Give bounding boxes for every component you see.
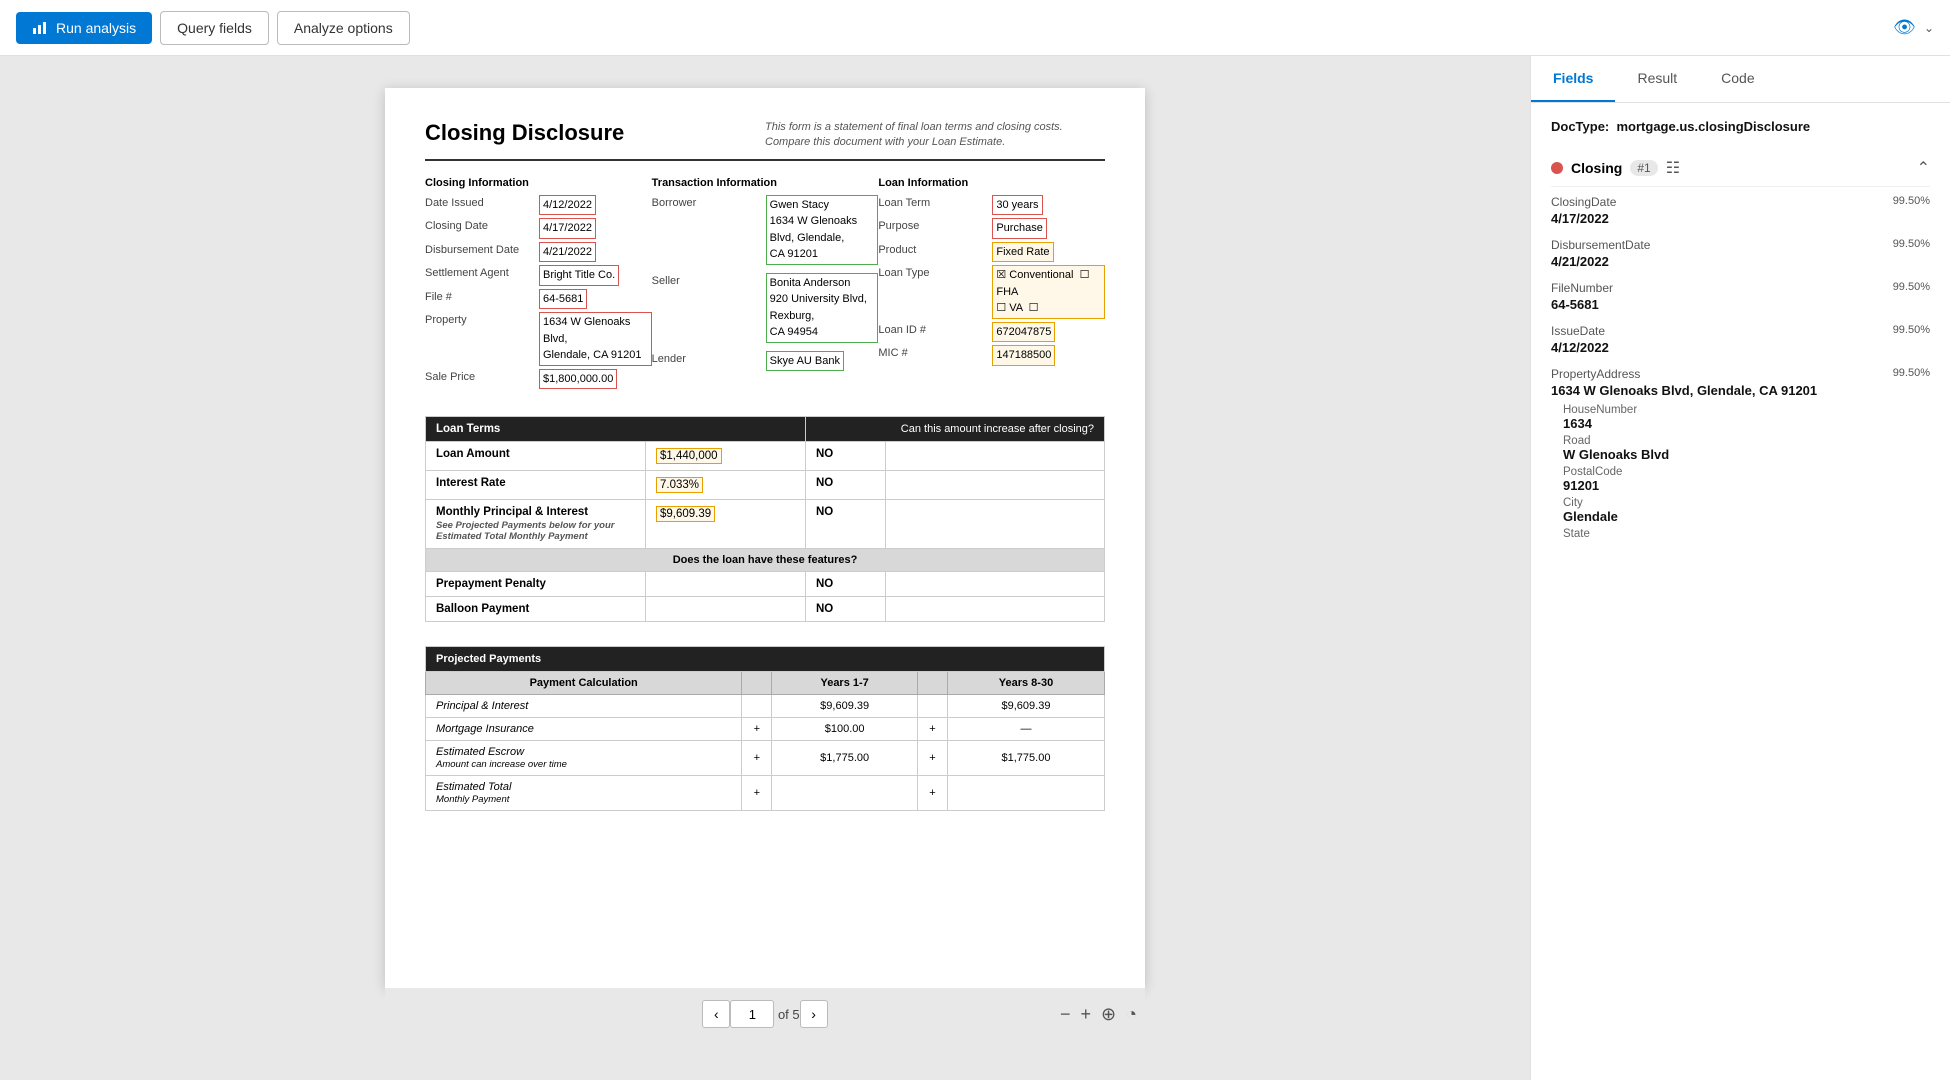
zoom-in-button[interactable]: + — [1081, 1004, 1092, 1025]
estimated-total-row: Estimated TotalMonthly Payment + + — [426, 776, 1105, 811]
loan-terms-table: Loan Terms Can this amount increase afte… — [425, 416, 1105, 622]
info-row-date-issued: Date Issued 4/12/2022 — [425, 195, 652, 216]
info-row-lender: Lender Skye AU Bank — [652, 351, 879, 372]
info-row-sale-price: Sale Price $1,800,000.00 — [425, 369, 652, 390]
toolbar-icons: 👁 ⌄ — [1893, 17, 1934, 38]
info-row-loan-id: Loan ID # 672047875 — [878, 322, 1105, 343]
info-row-disbursement-date: Disbursement Date 4/21/2022 — [425, 242, 652, 263]
tab-fields[interactable]: Fields — [1531, 56, 1615, 102]
loan-info-heading: Loan Information — [878, 177, 1105, 189]
principal-interest-row: Principal & Interest $9,609.39 $9,609.39 — [426, 695, 1105, 718]
group-badge: #1 — [1630, 160, 1657, 176]
doctype-row: DocType: mortgage.us.closingDisclosure — [1551, 119, 1930, 134]
info-section: Closing Information Date Issued 4/12/202… — [425, 177, 1105, 393]
doc-header: Closing Disclosure This form is a statem… — [425, 120, 1105, 161]
chevron-down-icon[interactable]: ⌄ — [1924, 21, 1934, 35]
loan-terms-header: Loan Terms Can this amount increase afte… — [426, 417, 1105, 442]
interest-rate-row: Interest Rate 7.033% NO — [426, 471, 1105, 500]
page-total: of 5 — [774, 1007, 799, 1022]
document-page: Closing Disclosure This form is a statem… — [385, 88, 1145, 988]
next-page-button[interactable]: › — [800, 1000, 828, 1028]
status-indicator — [1551, 162, 1563, 174]
field-file-number: FileNumber 99.50% 64-5681 — [1551, 281, 1930, 312]
reset-zoom-button[interactable]: ◔ — [1126, 1004, 1137, 1025]
toolbar: Run analysis Query fields Analyze option… — [0, 0, 1950, 56]
info-row-settlement-agent: Settlement Agent Bright Title Co. — [425, 265, 652, 286]
sub-label-city: City — [1563, 497, 1930, 509]
run-analysis-button[interactable]: Run analysis — [16, 12, 152, 44]
tab-result[interactable]: Result — [1615, 56, 1699, 102]
sub-label-state: State — [1563, 528, 1930, 540]
panel-tabs: Fields Result Code — [1531, 56, 1950, 103]
closing-info-heading: Closing Information — [425, 177, 652, 189]
projected-payments-table: Projected Payments Payment Calculation Y… — [425, 646, 1105, 811]
info-row-file: File # 64-5681 — [425, 289, 652, 310]
transaction-info-col: Transaction Information Borrower Gwen St… — [652, 177, 879, 393]
sub-label-postal-code: PostalCode — [1563, 466, 1930, 478]
zoom-out-button[interactable]: − — [1060, 1004, 1071, 1025]
sub-label-road: Road — [1563, 435, 1930, 447]
chart-icon — [32, 20, 48, 36]
sub-label-house-number: HouseNumber — [1563, 404, 1930, 416]
info-row-property: Property 1634 W Glenoaks Blvd,Glendale, … — [425, 312, 652, 366]
info-row-seller: Seller Bonita Anderson920 University Blv… — [652, 273, 879, 343]
analyze-options-button[interactable]: Analyze options — [277, 11, 410, 45]
group-name: Closing — [1571, 160, 1622, 176]
closing-info-col: Closing Information Date Issued 4/12/202… — [425, 177, 652, 393]
info-row-product: Product Fixed Rate — [878, 242, 1105, 263]
right-panel: Fields Result Code DocType: mortgage.us.… — [1530, 56, 1950, 1080]
loan-features-subheader: Does the loan have these features? — [426, 549, 1105, 572]
tab-code[interactable]: Code — [1699, 56, 1776, 102]
field-property-address: PropertyAddress 99.50% 1634 W Glenoaks B… — [1551, 367, 1930, 540]
estimated-escrow-row: Estimated EscrowAmount can increase over… — [426, 741, 1105, 776]
sub-value-city: Glendale — [1563, 509, 1930, 524]
collapse-icon[interactable]: ⌃ — [1917, 158, 1930, 178]
document-subtitle: This form is a statement of final loan t… — [765, 120, 1105, 151]
transaction-info-heading: Transaction Information — [652, 177, 879, 189]
fit-page-button[interactable]: ⊕ — [1101, 1004, 1116, 1025]
info-row-loan-type: Loan Type ☒ Conventional ☐ FHA☐ VA ☐ — [878, 265, 1105, 319]
sub-value-road: W Glenoaks Blvd — [1563, 447, 1930, 462]
field-closing-date: ClosingDate 99.50% 4/17/2022 — [1551, 195, 1930, 226]
info-row-loan-term: Loan Term 30 years — [878, 195, 1105, 216]
panel-content: DocType: mortgage.us.closingDisclosure C… — [1531, 103, 1950, 1080]
document-viewer: Closing Disclosure This form is a statem… — [0, 56, 1530, 1080]
page-number-input[interactable] — [730, 1000, 774, 1028]
info-row-purpose: Purpose Purchase — [878, 218, 1105, 239]
field-group-header: Closing #1 ☷ ⌃ — [1551, 150, 1930, 187]
info-row-closing-date: Closing Date 4/17/2022 — [425, 218, 652, 239]
field-disbursement-date: DisbursementDate 99.50% 4/21/2022 — [1551, 238, 1930, 269]
sub-value-house-number: 1634 — [1563, 416, 1930, 431]
main-area: Closing Disclosure This form is a statem… — [0, 56, 1950, 1080]
grid-icon[interactable]: ☷ — [1666, 158, 1680, 178]
prepayment-penalty-row: Prepayment Penalty NO — [426, 572, 1105, 597]
projected-payments-header: Projected Payments — [426, 647, 1105, 672]
prev-page-button[interactable]: ‹ — [702, 1000, 730, 1028]
loan-info-col: Loan Information Loan Term 30 years Purp… — [878, 177, 1105, 393]
mortgage-insurance-row: Mortgage Insurance + $100.00 + — — [426, 718, 1105, 741]
view-icon[interactable]: 👁 — [1893, 17, 1916, 38]
field-group-closing: Closing #1 ☷ ⌃ ClosingDate 99.50% 4/17/2… — [1551, 150, 1930, 540]
info-row-borrower: Borrower Gwen Stacy1634 W Glenoaks Blvd,… — [652, 195, 879, 265]
info-row-mic: MIC # 147188500 — [878, 345, 1105, 366]
document-title: Closing Disclosure — [425, 120, 624, 146]
sub-value-postal-code: 91201 — [1563, 478, 1930, 493]
loan-amount-row: Loan Amount $1,440,000 NO — [426, 442, 1105, 471]
monthly-payment-row: Monthly Principal & Interest See Project… — [426, 500, 1105, 549]
projected-payments-col-header: Payment Calculation Years 1-7 Years 8-30 — [426, 672, 1105, 695]
balloon-payment-row: Balloon Payment NO — [426, 597, 1105, 622]
field-issue-date: IssueDate 99.50% 4/12/2022 — [1551, 324, 1930, 355]
query-fields-button[interactable]: Query fields — [160, 11, 269, 45]
